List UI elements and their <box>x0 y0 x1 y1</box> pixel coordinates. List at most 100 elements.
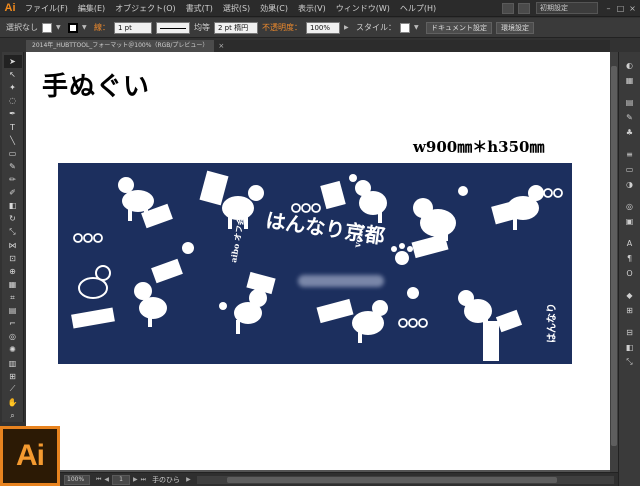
width-tool-icon[interactable]: ⋈ <box>4 239 22 252</box>
stroke-profile-preview[interactable] <box>156 21 190 34</box>
paw-print <box>391 243 413 265</box>
pencil-tool-icon[interactable]: ✏ <box>4 173 22 186</box>
artboard[interactable]: 手ぬぐい w900㎜＊h350㎜ はんなり京都 vol.2 aibo オフ会 は… <box>26 52 610 470</box>
rectangle-tool-icon[interactable]: ▭ <box>4 147 22 160</box>
opacity-label[interactable]: 不透明度： <box>262 22 302 33</box>
color-panel-icon[interactable]: ◐ <box>622 58 638 72</box>
paintbrush-tool-icon[interactable]: ✎ <box>4 160 22 173</box>
appearance-panel-icon[interactable]: ◎ <box>622 199 638 213</box>
menu-type[interactable]: 書式(T) <box>181 3 218 14</box>
vertical-scrollbar-thumb[interactable] <box>611 66 617 446</box>
menu-object[interactable]: オブジェクト(O) <box>110 3 181 14</box>
stroke-swatch[interactable] <box>68 22 78 33</box>
menu-help[interactable]: ヘルプ(H) <box>395 3 441 14</box>
selection-tool-icon[interactable]: ➤ <box>3 55 22 69</box>
graphic-styles-panel-icon[interactable]: ▣ <box>622 214 638 228</box>
stroke-panel-icon[interactable]: ≡ <box>622 147 638 161</box>
menu-select[interactable]: 選択(S) <box>218 3 255 14</box>
transform-panel-icon[interactable]: ⤡ <box>622 355 638 369</box>
arrange-documents-icon[interactable] <box>518 2 530 14</box>
workspace-select[interactable]: 初期設定 <box>536 2 598 14</box>
symbol-sprayer-tool-icon[interactable]: ✺ <box>4 343 22 356</box>
canvas-area[interactable]: 手ぬぐい w900㎜＊h350㎜ はんなり京都 vol.2 aibo オフ会 は… <box>26 52 610 472</box>
align-panel-icon[interactable]: ⊟ <box>622 325 638 339</box>
outline-dog-illustration <box>78 265 111 299</box>
direct-selection-tool-icon[interactable]: ↖ <box>4 68 22 81</box>
lasso-tool-icon[interactable]: ◌ <box>4 94 22 107</box>
artboards-panel-icon[interactable]: ⊞ <box>622 303 638 317</box>
menu-file[interactable]: ファイル(F) <box>20 3 73 14</box>
horizontal-scrollbar[interactable] <box>196 475 614 484</box>
fill-swatch[interactable] <box>42 22 52 33</box>
type-tool-icon[interactable]: T <box>4 121 22 134</box>
opacity-arrow-icon[interactable]: ▶ <box>344 23 352 33</box>
fill-dropdown-icon[interactable]: ▼ <box>56 23 64 33</box>
paragraph-panel-icon[interactable]: ¶ <box>622 251 638 265</box>
graphic-style-swatch[interactable] <box>400 22 410 33</box>
document-setup-button[interactable]: ドキュメント設定 <box>426 21 492 34</box>
menu-view[interactable]: 表示(V) <box>293 3 331 14</box>
prev-page-icon[interactable]: ◀ <box>104 476 109 483</box>
bridge-icon[interactable] <box>502 2 514 14</box>
stroke-weight-field[interactable]: 1 pt <box>114 21 152 34</box>
layers-panel-icon[interactable]: ◆ <box>622 288 638 302</box>
style-label: スタイル： <box>356 23 396 32</box>
menu-edit[interactable]: 編集(E) <box>73 3 110 14</box>
status-menu-icon[interactable]: ▶ <box>186 476 191 483</box>
character-panel-icon[interactable]: A <box>622 236 638 250</box>
mesh-tool-icon[interactable]: ⌗ <box>4 291 22 304</box>
rotate-tool-icon[interactable]: ↻ <box>4 212 22 225</box>
zoom-tool-icon[interactable]: ⌕ <box>4 409 22 422</box>
close-button[interactable]: × <box>628 4 637 13</box>
eyedropper-tool-icon[interactable]: ⌐ <box>4 317 22 330</box>
brushes-panel-icon[interactable]: ✎ <box>622 110 638 124</box>
tenugui-design[interactable]: はんなり京都 vol.2 aibo オフ会 はんなり <box>58 163 572 364</box>
opentype-panel-icon[interactable]: O <box>622 266 638 280</box>
vertical-scrollbar[interactable] <box>610 52 618 472</box>
transparency-panel-icon[interactable]: ◑ <box>622 177 638 191</box>
line-tool-icon[interactable]: ╲ <box>4 134 22 147</box>
color-guide-panel-icon[interactable]: ▦ <box>622 73 638 87</box>
document-tab-close-icon[interactable]: × <box>218 42 224 50</box>
maximize-button[interactable]: □ <box>616 4 625 13</box>
magic-wand-tool-icon[interactable]: ✦ <box>4 81 22 94</box>
gradient-tool-icon[interactable]: ▤ <box>4 304 22 317</box>
panel-dock: ◐ ▦ ▤ ✎ ♣ ≡ ▭ ◑ ◎ ▣ A ¶ O ◆ ⊞ ⊟ ◧ ⤡ <box>618 52 640 486</box>
zoom-level-field[interactable]: 100% <box>64 474 90 485</box>
style-dropdown-icon[interactable]: ▼ <box>414 23 422 33</box>
menu-effect[interactable]: 効果(C) <box>255 3 293 14</box>
pathfinder-panel-icon[interactable]: ◧ <box>622 340 638 354</box>
tools-panel: ➤ ↖ ✦ ◌ ✒ T ╲ ▭ ✎ ✏ ✐ ◧ ↻ ⤡ ⋈ ⊡ ⊕ ▦ ⌗ ▤ … <box>2 52 24 422</box>
brush-field[interactable]: 2 pt 楕円 <box>214 21 258 34</box>
stroke-dropdown-icon[interactable]: ▼ <box>82 23 90 33</box>
page-number-field[interactable]: 1 <box>112 474 131 485</box>
dog-illustration-6 <box>134 282 167 327</box>
stroke-label[interactable]: 線： <box>94 22 110 33</box>
preferences-button[interactable]: 環境設定 <box>496 21 534 34</box>
minimize-button[interactable]: – <box>604 4 613 13</box>
first-page-icon[interactable]: ⏮ <box>96 476 101 484</box>
symbols-panel-icon[interactable]: ♣ <box>622 125 638 139</box>
illustrator-logo-text: Ai <box>16 439 45 472</box>
free-transform-tool-icon[interactable]: ⊡ <box>4 252 22 265</box>
blob-brush-tool-icon[interactable]: ✐ <box>4 186 22 199</box>
menu-window[interactable]: ウィンドウ(W) <box>331 3 395 14</box>
column-graph-tool-icon[interactable]: ▥ <box>4 357 22 370</box>
next-page-icon[interactable]: ▶ <box>133 476 138 483</box>
slice-tool-icon[interactable]: ⟋ <box>4 383 22 396</box>
scale-tool-icon[interactable]: ⤡ <box>4 225 22 238</box>
hand-tool-icon[interactable]: ✋ <box>4 396 22 409</box>
document-tab[interactable]: 2014年_HUBTTOOL_フォーマット＠100%（RGB/プレビュー） <box>26 40 215 52</box>
eraser-tool-icon[interactable]: ◧ <box>4 199 22 212</box>
stroke-style-label[interactable]: 均等 <box>194 22 210 33</box>
last-page-icon[interactable]: ⏭ <box>141 476 146 484</box>
gradient-panel-icon[interactable]: ▭ <box>622 162 638 176</box>
shape-builder-tool-icon[interactable]: ⊕ <box>4 265 22 278</box>
blend-tool-icon[interactable]: ◎ <box>4 330 22 343</box>
swatches-panel-icon[interactable]: ▤ <box>622 95 638 109</box>
horizontal-scrollbar-thumb[interactable] <box>226 476 557 483</box>
perspective-grid-tool-icon[interactable]: ▦ <box>4 278 22 291</box>
opacity-field[interactable]: 100% <box>306 21 340 34</box>
artboard-tool-icon[interactable]: ⊞ <box>4 370 22 383</box>
pen-tool-icon[interactable]: ✒ <box>4 107 22 120</box>
